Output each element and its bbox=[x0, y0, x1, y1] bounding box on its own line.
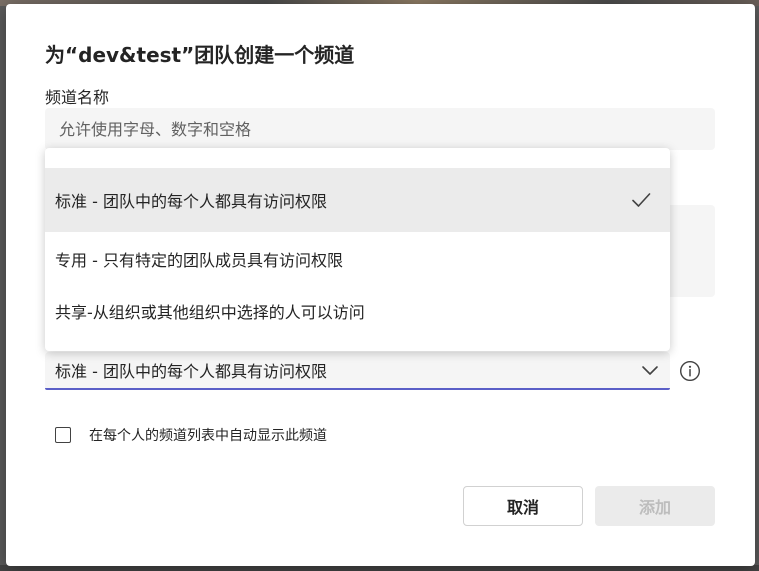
add-button: 添加 bbox=[595, 486, 715, 526]
privacy-option-private[interactable]: 专用 - 只有特定的团队成员具有访问权限 bbox=[45, 232, 670, 286]
cancel-button[interactable]: 取消 bbox=[463, 486, 583, 526]
chevron-down-icon bbox=[642, 366, 658, 375]
privacy-select-value: 标准 - 团队中的每个人都具有访问权限 bbox=[55, 362, 327, 381]
channel-name-input[interactable] bbox=[45, 108, 715, 150]
create-channel-dialog: 为“dev&test”团队创建一个频道 频道名称 标准 - 团队中的每个人都具有… bbox=[6, 4, 755, 566]
privacy-select[interactable]: 标准 - 团队中的每个人都具有访问权限 bbox=[45, 352, 670, 390]
dialog-title: 为“dev&test”团队创建一个频道 bbox=[45, 43, 355, 67]
channel-name-label: 频道名称 bbox=[45, 88, 110, 107]
privacy-listbox: 标准 - 团队中的每个人都具有访问权限 专用 - 只有特定的团队成员具有访问权限… bbox=[45, 148, 670, 351]
privacy-option-label: 共享-从组织或其他组织中选择的人可以访问 bbox=[55, 303, 365, 322]
privacy-option-shared[interactable]: 共享-从组织或其他组织中选择的人可以访问 bbox=[45, 284, 670, 338]
privacy-option-standard[interactable]: 标准 - 团队中的每个人都具有访问权限 bbox=[45, 168, 670, 232]
auto-show-checkbox[interactable] bbox=[55, 427, 71, 443]
privacy-option-label: 专用 - 只有特定的团队成员具有访问权限 bbox=[55, 251, 343, 270]
info-icon[interactable] bbox=[679, 360, 701, 382]
auto-show-row: 在每个人的频道列表中自动显示此频道 bbox=[55, 425, 327, 445]
privacy-option-label: 标准 - 团队中的每个人都具有访问权限 bbox=[55, 192, 327, 211]
auto-show-label: 在每个人的频道列表中自动显示此频道 bbox=[89, 428, 327, 444]
checkmark-icon bbox=[632, 193, 651, 207]
